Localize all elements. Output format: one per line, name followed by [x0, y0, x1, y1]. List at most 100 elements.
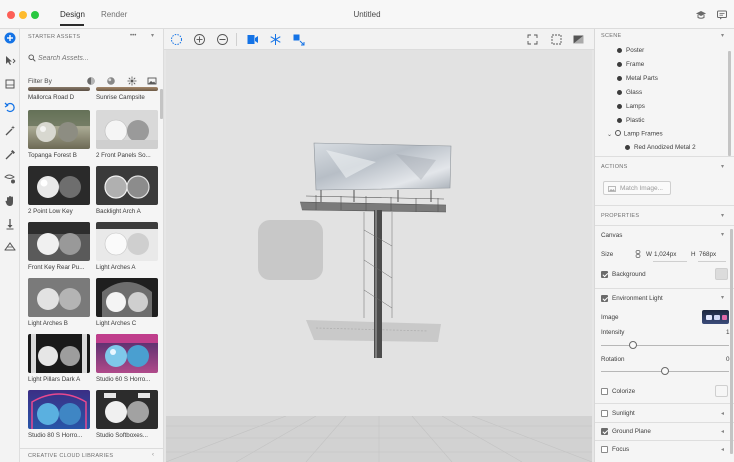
filter-materials-icon[interactable] — [106, 76, 116, 86]
magic-select-icon[interactable] — [3, 172, 17, 186]
zoom-window-button[interactable] — [31, 11, 39, 19]
filter-images-icon[interactable] — [147, 76, 157, 86]
pan-icon[interactable] — [193, 33, 206, 46]
ground-align-icon[interactable] — [3, 239, 17, 253]
chevron-down-icon[interactable]: ▾ — [151, 32, 154, 39]
asset-tile[interactable]: Mallorca Road D — [28, 87, 90, 101]
chevron-down-icon[interactable]: ▾ — [721, 294, 724, 301]
intensity-slider-thumb[interactable] — [629, 341, 637, 349]
chevron-down-icon[interactable]: ▾ — [721, 163, 724, 170]
match-image-label: Match Image... — [620, 185, 663, 192]
sunlight-checkbox[interactable] — [601, 410, 608, 417]
viewport[interactable] — [164, 29, 594, 462]
frame-selection-icon[interactable] — [550, 33, 563, 46]
chevron-left-icon[interactable]: ◂ — [721, 446, 724, 453]
asset-tile[interactable]: Light Arches C — [96, 278, 158, 327]
asset-label: Backlight Arch A — [96, 208, 141, 215]
asset-tile[interactable]: Light Pillars Dark A — [28, 334, 90, 383]
background-checkbox[interactable] — [601, 271, 608, 278]
asset-tile[interactable]: Studio Softboxes... — [96, 390, 158, 439]
select-move-icon[interactable] — [3, 54, 17, 68]
intensity-value: 1 — [726, 329, 730, 336]
close-window-button[interactable] — [7, 11, 15, 19]
canvas[interactable] — [165, 50, 593, 462]
width-field[interactable]: 1,024px — [654, 251, 676, 258]
dolly-icon[interactable] — [216, 33, 229, 46]
chevron-down-icon[interactable]: ⌄ — [607, 131, 613, 138]
scene-item-metal-parts[interactable]: Metal Parts — [617, 75, 658, 82]
asset-tile[interactable]: Sunrise Campsite — [96, 87, 158, 101]
asset-tile[interactable]: Light Arches B — [28, 278, 90, 327]
fit-view-icon[interactable] — [526, 33, 539, 46]
filter-models-icon[interactable] — [86, 76, 96, 86]
chevron-down-icon[interactable]: ▾ — [721, 32, 724, 39]
minimize-window-button[interactable] — [19, 11, 27, 19]
render-preview-icon[interactable] — [572, 33, 585, 46]
assets-scrollbar[interactable] — [160, 89, 163, 119]
environment-image-thumbnail[interactable] — [702, 310, 729, 324]
scene-item-glass[interactable]: Glass — [617, 89, 642, 96]
asset-tile[interactable]: Backlight Arch A — [96, 166, 158, 215]
asset-tile[interactable]: Front Key Rear Pu... — [28, 222, 90, 271]
asset-tile[interactable]: Topanga Forest B — [28, 110, 90, 159]
rotation-slider-thumb[interactable] — [661, 367, 669, 375]
chevron-left-icon[interactable]: ◂ — [721, 428, 724, 435]
asset-tile[interactable]: Studio 80 S Horro... — [28, 390, 90, 439]
background-color-swatch[interactable] — [715, 268, 728, 280]
scene-item-poster[interactable]: Poster — [617, 47, 644, 54]
chevron-left-icon[interactable]: ‹ — [152, 452, 154, 458]
scene-item-red-anodized-metal-2[interactable]: Red Anodized Metal 2 — [625, 144, 696, 151]
ground-plane-label: Ground Plane — [612, 428, 651, 435]
watermark-logo — [258, 220, 323, 280]
eyedropper-icon[interactable] — [3, 148, 17, 162]
asset-tile[interactable]: 2 Front Panels So... — [96, 110, 158, 159]
link-icon[interactable] — [635, 250, 641, 258]
environment-light-checkbox[interactable] — [601, 295, 608, 302]
scene-scrollbar[interactable] — [728, 51, 731, 156]
scene-item-label: Frame — [626, 61, 645, 68]
snowflake-icon[interactable] — [269, 33, 282, 46]
ground-plane-checkbox[interactable] — [601, 428, 608, 435]
transform-icon[interactable] — [292, 33, 305, 46]
creative-cloud-libraries-label: CREATIVE CLOUD LIBRARIES — [28, 453, 114, 459]
colorize-checkbox[interactable] — [601, 388, 608, 395]
search-assets-input[interactable] — [38, 53, 148, 64]
height-label: H — [691, 251, 696, 258]
asset-label: Light Arches B — [28, 320, 68, 327]
frame-icon[interactable] — [3, 77, 17, 91]
creative-cloud-libraries-bar[interactable]: CREATIVE CLOUD LIBRARIES ‹ — [20, 448, 163, 462]
billboard-model[interactable] — [166, 50, 592, 462]
more-options-button[interactable]: ••• — [130, 33, 136, 39]
height-field[interactable]: 768px — [699, 251, 716, 258]
focus-checkbox[interactable] — [601, 446, 608, 453]
orbit-icon[interactable] — [170, 33, 183, 46]
asset-tile[interactable]: Studio 60 S Horro... — [96, 334, 158, 383]
colorize-color-swatch[interactable] — [715, 385, 728, 397]
move-down-icon[interactable] — [3, 217, 17, 231]
chevron-down-icon[interactable]: ▾ — [721, 212, 724, 219]
add-icon[interactable] — [3, 31, 17, 45]
asset-tile[interactable]: Light Arches A — [96, 222, 158, 271]
camera-bookmark-icon[interactable] — [246, 33, 259, 46]
tab-render[interactable]: Render — [101, 10, 127, 19]
properties-scrollbar[interactable] — [730, 229, 733, 454]
tab-design[interactable]: Design — [60, 10, 85, 19]
scene-item-frame[interactable]: Frame — [617, 61, 644, 68]
filter-by-label: Filter By — [28, 78, 52, 85]
undo-icon[interactable] — [3, 100, 17, 114]
learn-icon[interactable] — [695, 9, 707, 21]
scene-item-lamp-frames[interactable]: ⌄ Lamp Frames — [607, 130, 663, 138]
scene-item-lamps[interactable]: Lamps — [617, 103, 645, 110]
chevron-left-icon[interactable]: ◂ — [721, 410, 724, 417]
material-icon — [625, 144, 630, 150]
feedback-icon[interactable] — [716, 9, 728, 21]
active-tab-indicator — [60, 24, 84, 26]
asset-tile[interactable]: 2 Point Low Key — [28, 166, 90, 215]
scene-item-plastic[interactable]: Plastic — [617, 117, 645, 124]
pan-hand-icon[interactable] — [3, 194, 17, 208]
chevron-down-icon[interactable]: ▾ — [721, 231, 724, 238]
intensity-slider-track[interactable] — [601, 345, 729, 346]
magic-wand-icon[interactable] — [3, 124, 17, 138]
filter-lights-icon[interactable] — [127, 76, 137, 86]
match-image-button[interactable]: Match Image... — [603, 181, 671, 195]
